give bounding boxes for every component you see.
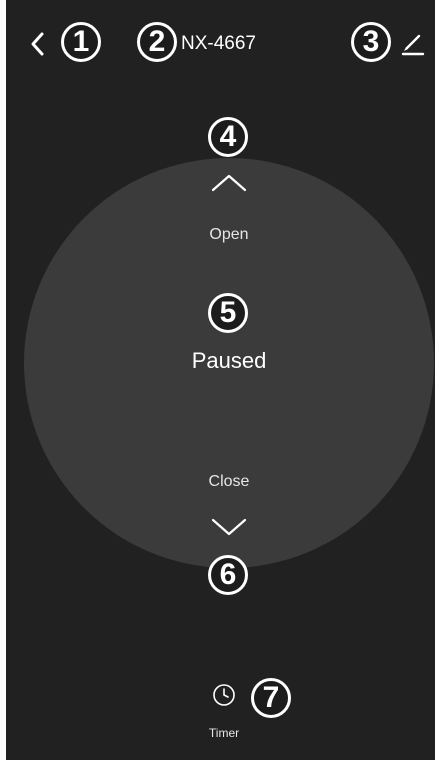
annotation-badge: 7 [251,678,291,718]
open-label: Open [209,226,249,243]
chevron-down-icon [211,518,247,536]
annotation-badge: 3 [351,22,391,62]
annotation-badge: 5 [208,293,248,333]
close-label: Close [208,473,250,490]
annotation-badge: 4 [208,117,248,157]
open-button[interactable] [209,168,249,194]
chevron-up-icon [211,174,247,192]
pencil-icon [401,34,425,56]
annotation-badge: 1 [61,22,101,62]
back-button[interactable] [28,28,50,60]
device-control-screen: NX-4667 Open Paused Close Timer 1 2 3 4 … [6,0,435,760]
status-text: Paused [191,348,267,373]
annotation-badge: 6 [208,555,248,595]
device-name-title: NX-4667 [181,33,256,54]
clock-icon [213,684,235,706]
annotation-badge: 2 [137,22,177,62]
chevron-left-icon [31,32,44,56]
close-button[interactable] [209,516,249,542]
edit-button[interactable] [398,28,428,58]
timer-button[interactable]: Timer [200,683,248,741]
timer-label: Timer [208,726,240,740]
